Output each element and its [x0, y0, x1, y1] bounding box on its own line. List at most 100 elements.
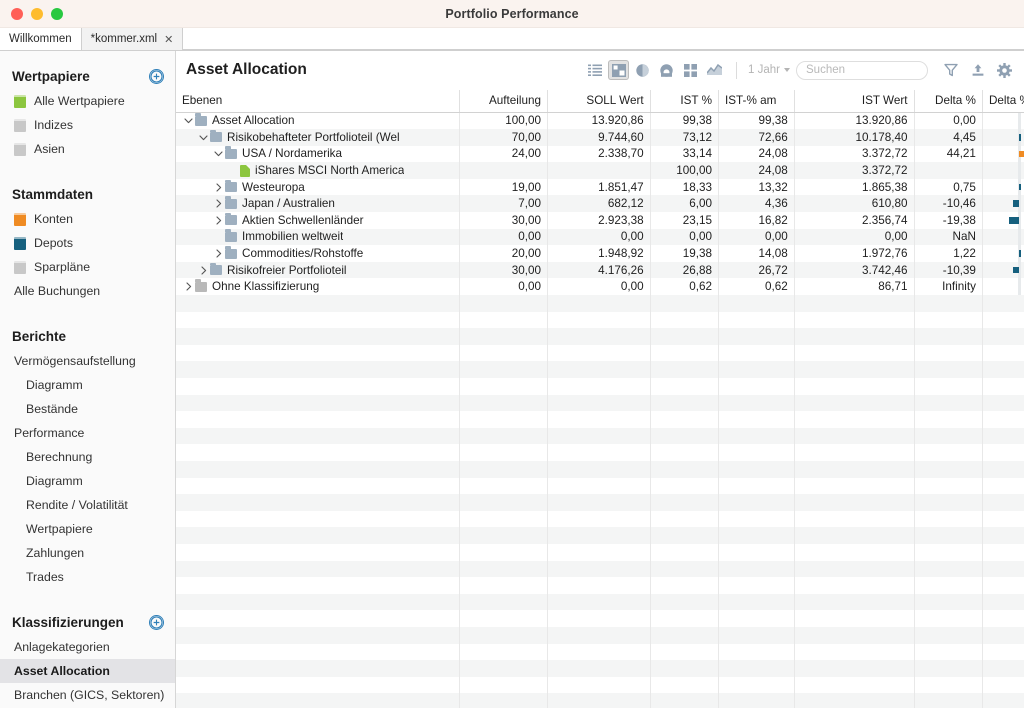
window-controls[interactable]: [11, 8, 63, 20]
table-empty-row[interactable]: [176, 461, 1024, 478]
table-empty-row[interactable]: [176, 577, 1024, 594]
sidebar-item-performance[interactable]: Performance: [0, 421, 175, 445]
cell-ebenen[interactable]: Asset Allocation: [176, 112, 459, 129]
sidebar-item-vermoegensaufstellung[interactable]: Vermögensaufstellung: [0, 349, 175, 373]
column-header-ist-pct[interactable]: IST %: [650, 90, 718, 112]
sidebar-item-depots[interactable]: Depots: [0, 231, 175, 255]
table-empty-row[interactable]: [176, 644, 1024, 661]
cell-ebenen[interactable]: Immobilien weltweit: [176, 229, 459, 246]
chevron-right-icon[interactable]: [197, 266, 210, 275]
chevron-right-icon[interactable]: [182, 282, 195, 291]
table-empty-row[interactable]: [176, 478, 1024, 495]
table-row[interactable]: Westeuropa19,001.851,4718,3313,321.865,3…: [176, 179, 1024, 196]
column-header-ist-pct-am[interactable]: IST-% am: [719, 90, 795, 112]
table-row[interactable]: Risikofreier Portfolioteil30,004.176,262…: [176, 262, 1024, 279]
cell-ebenen[interactable]: iShares MSCI North America: [176, 162, 459, 179]
table-empty-row[interactable]: [176, 544, 1024, 561]
area-chart-view-icon[interactable]: [704, 60, 725, 80]
treemap-view-icon[interactable]: [608, 60, 629, 80]
close-window-button[interactable]: [11, 8, 23, 20]
sidebar-item-indizes[interactable]: Indizes: [0, 113, 175, 137]
tab-kommer-xml[interactable]: *kommer.xml ✕: [82, 28, 184, 50]
sidebar-item-asset-allocation[interactable]: Asset Allocation: [0, 659, 175, 683]
table-empty-row[interactable]: [176, 561, 1024, 578]
table-empty-row[interactable]: [176, 627, 1024, 644]
table-row[interactable]: Ohne Klassifizierung0,000,000,620,6286,7…: [176, 278, 1024, 295]
tab-willkommen[interactable]: Willkommen: [0, 28, 82, 50]
table-empty-row[interactable]: [176, 428, 1024, 445]
cell-ebenen[interactable]: Commodities/Rohstoffe: [176, 245, 459, 262]
cell-ebenen[interactable]: USA / Nordamerika: [176, 146, 459, 163]
sidebar-item-wertpapiere-bericht[interactable]: Wertpapiere: [0, 517, 175, 541]
minimize-window-button[interactable]: [31, 8, 43, 20]
add-classification-icon[interactable]: [149, 615, 164, 630]
chevron-down-icon[interactable]: [212, 149, 225, 158]
sidebar-item-bestaende[interactable]: Bestände: [0, 397, 175, 421]
cell-ebenen[interactable]: Westeuropa: [176, 179, 459, 196]
sidebar-item-anlagekategorien[interactable]: Anlagekategorien: [0, 635, 175, 659]
table-row[interactable]: Asset Allocation100,0013.920,8699,3899,3…: [176, 112, 1024, 129]
table-empty-row[interactable]: [176, 693, 1024, 708]
chevron-right-icon[interactable]: [212, 183, 225, 192]
table-row[interactable]: Aktien Schwellenländer30,002.923,3823,15…: [176, 212, 1024, 229]
table-empty-row[interactable]: [176, 395, 1024, 412]
sidebar-item-diagramm-performance[interactable]: Diagramm: [0, 469, 175, 493]
filter-icon[interactable]: [940, 60, 961, 80]
sidebar-item-konten[interactable]: Konten: [0, 207, 175, 231]
table-empty-row[interactable]: [176, 345, 1024, 362]
chevron-right-icon[interactable]: [212, 216, 225, 225]
table-empty-row[interactable]: [176, 444, 1024, 461]
stacked-view-icon[interactable]: [680, 60, 701, 80]
add-security-icon[interactable]: [149, 69, 164, 84]
chevron-right-icon[interactable]: [212, 199, 225, 208]
sidebar-item-branchen-gics[interactable]: Branchen (GICS, Sektoren): [0, 683, 175, 707]
table-empty-row[interactable]: [176, 677, 1024, 694]
table-empty-row[interactable]: [176, 295, 1024, 312]
table-empty-row[interactable]: [176, 378, 1024, 395]
table-row[interactable]: USA / Nordamerika24,002.338,7033,1424,08…: [176, 146, 1024, 163]
table-empty-row[interactable]: [176, 511, 1024, 528]
settings-gear-icon[interactable]: [994, 60, 1015, 80]
cell-ebenen[interactable]: Ohne Klassifizierung: [176, 278, 459, 295]
cell-ebenen[interactable]: Risikofreier Portfolioteil: [176, 262, 459, 279]
table-row[interactable]: Commodities/Rohstoffe20,001.948,9219,381…: [176, 245, 1024, 262]
table-row[interactable]: iShares MSCI North America100,0024,083.3…: [176, 162, 1024, 179]
chevron-down-icon[interactable]: [197, 133, 210, 142]
table-empty-row[interactable]: [176, 594, 1024, 611]
sidebar-item-alle-wertpapiere[interactable]: Alle Wertpapiere: [0, 89, 175, 113]
sidebar-item-alle-buchungen[interactable]: Alle Buchungen: [0, 279, 175, 303]
list-view-icon[interactable]: [584, 60, 605, 80]
column-header-ist-wert[interactable]: IST Wert: [794, 90, 914, 112]
table-empty-row[interactable]: [176, 361, 1024, 378]
sidebar-item-berechnung[interactable]: Berechnung: [0, 445, 175, 469]
table-row[interactable]: Immobilien weltweit0,000,000,000,000,00N…: [176, 229, 1024, 246]
column-header-ebenen[interactable]: Ebenen: [176, 90, 459, 112]
sidebar-item-zahlungen[interactable]: Zahlungen: [0, 541, 175, 565]
table-empty-row[interactable]: [176, 328, 1024, 345]
period-selector[interactable]: 1 Jahr: [748, 64, 790, 76]
cell-ebenen[interactable]: Aktien Schwellenländer: [176, 212, 459, 229]
column-header-delta-pct[interactable]: Delta %: [914, 90, 982, 112]
sidebar-item-rendite-volatilitaet[interactable]: Rendite / Volatilität: [0, 493, 175, 517]
cell-ebenen[interactable]: Risikobehafteter Portfolioteil (Wel: [176, 129, 459, 146]
column-header-aufteilung[interactable]: Aufteilung: [459, 90, 547, 112]
table-empty-row[interactable]: [176, 312, 1024, 329]
table-row[interactable]: Japan / Australien7,00682,126,004,36610,…: [176, 195, 1024, 212]
sidebar-item-trades[interactable]: Trades: [0, 565, 175, 589]
export-icon[interactable]: [967, 60, 988, 80]
table-empty-row[interactable]: [176, 494, 1024, 511]
cell-ebenen[interactable]: Japan / Australien: [176, 195, 459, 212]
sidebar-item-asien[interactable]: Asien: [0, 137, 175, 161]
column-header-soll-wert[interactable]: SOLL Wert: [547, 90, 650, 112]
chevron-right-icon[interactable]: [212, 249, 225, 258]
donut-chart-view-icon[interactable]: [656, 60, 677, 80]
maximize-window-button[interactable]: [51, 8, 63, 20]
close-icon[interactable]: ✕: [164, 33, 173, 46]
allocation-table-container[interactable]: Ebenen Aufteilung SOLL Wert IST % IST-% …: [176, 89, 1024, 708]
sidebar-item-diagramm-vermoegen[interactable]: Diagramm: [0, 373, 175, 397]
table-empty-row[interactable]: [176, 527, 1024, 544]
sidebar-item-sparplaene[interactable]: Sparpläne: [0, 255, 175, 279]
chevron-down-icon[interactable]: [182, 116, 195, 125]
pie-chart-view-icon[interactable]: [632, 60, 653, 80]
table-empty-row[interactable]: [176, 660, 1024, 677]
